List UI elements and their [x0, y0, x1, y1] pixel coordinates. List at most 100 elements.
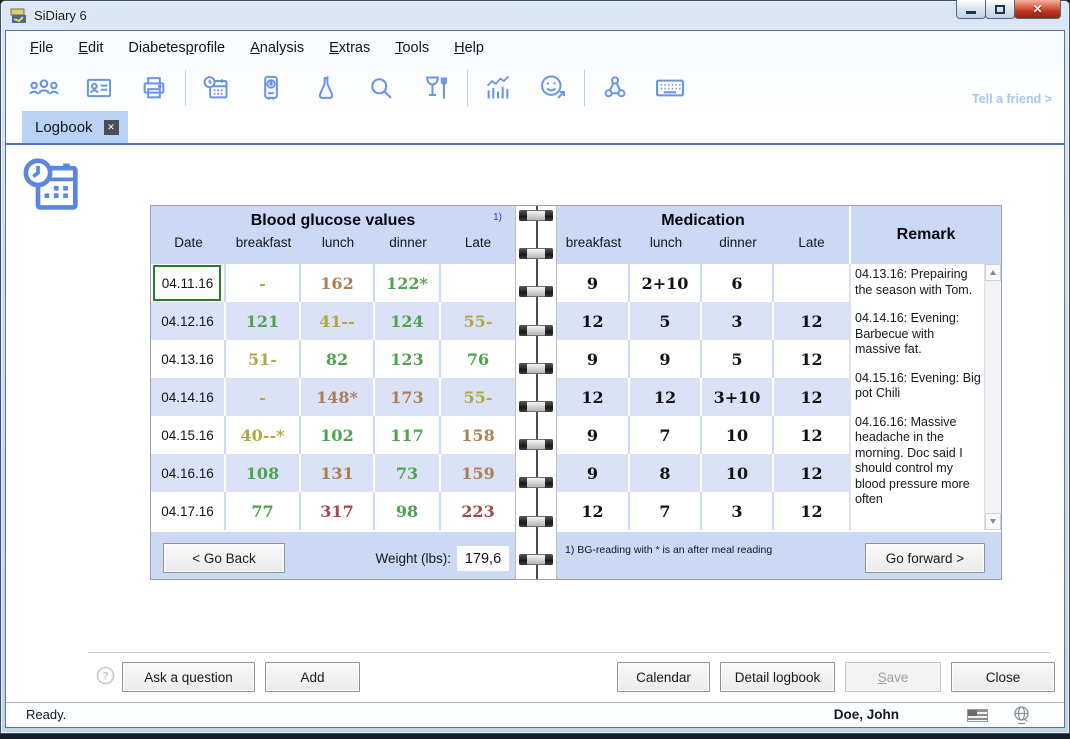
bg-value-cell[interactable]: - — [226, 264, 301, 302]
help-icon[interactable]: ? — [96, 666, 115, 685]
go-back-button[interactable]: < Go Back — [163, 543, 285, 573]
menu-item-help[interactable]: Help — [446, 34, 492, 62]
bg-value-cell[interactable]: 40--* — [226, 416, 301, 454]
medication-value-cell[interactable]: 12 — [774, 302, 849, 340]
bg-value-cell[interactable]: 173 — [375, 378, 441, 416]
medication-value-cell[interactable]: 9 — [557, 454, 630, 492]
bg-value-cell[interactable]: 76 — [441, 340, 515, 378]
globe-icon[interactable] — [1012, 705, 1031, 725]
glucose-meter-icon[interactable] — [255, 72, 287, 104]
bg-value-cell[interactable] — [441, 264, 515, 302]
bg-value-cell[interactable]: 223 — [441, 492, 515, 530]
medication-value-cell[interactable]: 9 — [557, 416, 630, 454]
bg-value-cell[interactable]: 82 — [301, 340, 375, 378]
language-flag-icon[interactable] — [967, 709, 988, 722]
medication-value-cell[interactable] — [774, 264, 849, 302]
menu-item-file[interactable]: File — [22, 34, 61, 62]
bg-value-cell[interactable]: 55- — [441, 302, 515, 340]
maximize-button[interactable] — [985, 0, 1015, 19]
medication-value-cell[interactable]: 7 — [630, 416, 702, 454]
bg-value-cell[interactable]: 121 — [226, 302, 301, 340]
keyboard-icon[interactable] — [654, 72, 686, 104]
bg-value-cell[interactable]: 77 — [226, 492, 301, 530]
bg-value-cell[interactable]: 51- — [226, 340, 301, 378]
bg-value-cell[interactable]: 98 — [375, 492, 441, 530]
calendar-clock-icon[interactable] — [200, 72, 232, 104]
scroll-down-icon[interactable] — [985, 513, 1001, 530]
medication-value-cell[interactable]: 5 — [702, 340, 774, 378]
minimize-button[interactable] — [956, 0, 986, 19]
menu-item-extras[interactable]: Extras — [321, 34, 378, 62]
medication-value-cell[interactable]: 8 — [630, 454, 702, 492]
menu-item-edit[interactable]: Edit — [70, 34, 111, 62]
medication-value-cell[interactable]: 12 — [630, 378, 702, 416]
share-icon[interactable] — [599, 72, 631, 104]
bg-value-cell[interactable]: 102 — [301, 416, 375, 454]
nutrition-icon[interactable] — [420, 72, 452, 104]
bg-value-cell[interactable]: - — [226, 378, 301, 416]
bg-value-cell[interactable]: 73 — [375, 454, 441, 492]
date-cell[interactable]: 04.11.16 — [151, 264, 226, 302]
date-cell[interactable]: 04.15.16 — [151, 416, 226, 454]
go-forward-button[interactable]: Go forward > — [865, 543, 985, 573]
bg-value-cell[interactable]: 117 — [375, 416, 441, 454]
ask-a-question-button[interactable]: Ask a question — [122, 662, 255, 692]
menu-item-diabetesprofile[interactable]: Diabetesprofile — [120, 34, 233, 62]
contact-card-icon[interactable] — [83, 72, 115, 104]
bg-value-cell[interactable]: 41-- — [301, 302, 375, 340]
tab-logbook[interactable]: Logbook ✕ — [22, 111, 128, 143]
medication-value-cell[interactable]: 3+10 — [702, 378, 774, 416]
statistics-icon[interactable] — [482, 72, 514, 104]
medication-value-cell[interactable]: 3 — [702, 302, 774, 340]
lab-flask-icon[interactable] — [310, 72, 342, 104]
bg-value-cell[interactable]: 148* — [301, 378, 375, 416]
medication-value-cell[interactable]: 12 — [774, 416, 849, 454]
medication-value-cell[interactable]: 12 — [774, 340, 849, 378]
medication-value-cell[interactable]: 12 — [774, 454, 849, 492]
menu-item-tools[interactable]: Tools — [387, 34, 437, 62]
bg-value-cell[interactable]: 317 — [301, 492, 375, 530]
medication-value-cell[interactable]: 3 — [702, 492, 774, 530]
medication-value-cell[interactable]: 6 — [702, 264, 774, 302]
bg-value-cell[interactable]: 124 — [375, 302, 441, 340]
date-cell[interactable]: 04.16.16 — [151, 454, 226, 492]
medication-value-cell[interactable]: 12 — [557, 492, 630, 530]
medication-value-cell[interactable]: 10 — [702, 416, 774, 454]
scroll-up-icon[interactable] — [985, 264, 1001, 281]
medication-value-cell[interactable]: 7 — [630, 492, 702, 530]
detail-logbook-button[interactable]: Detail logbook — [720, 662, 835, 692]
remark-text-area[interactable]: 04.13.16: Prepairing the season with Tom… — [849, 264, 1001, 530]
bg-value-cell[interactable]: 123 — [375, 340, 441, 378]
users-icon[interactable] — [28, 72, 60, 104]
calendar-button[interactable]: Calendar — [617, 662, 710, 692]
bg-value-cell[interactable]: 131 — [301, 454, 375, 492]
close-window-button[interactable]: ✕ — [1014, 0, 1061, 19]
medication-value-cell[interactable]: 12 — [557, 302, 630, 340]
date-cell[interactable]: 04.17.16 — [151, 492, 226, 530]
bg-value-cell[interactable]: 158 — [441, 416, 515, 454]
tab-close-icon[interactable]: ✕ — [104, 120, 119, 135]
save-button[interactable]: Save — [845, 662, 941, 692]
weight-input[interactable] — [457, 546, 509, 571]
printer-icon[interactable] — [138, 72, 170, 104]
menu-item-analysis[interactable]: Analysis — [242, 34, 312, 62]
tell-a-friend-link[interactable]: Tell a friend > — [972, 92, 1052, 106]
remark-scrollbar[interactable] — [984, 264, 1001, 530]
medication-value-cell[interactable]: 12 — [774, 378, 849, 416]
trend-smiley-icon[interactable] — [537, 72, 569, 104]
date-cell[interactable]: 04.13.16 — [151, 340, 226, 378]
medication-value-cell[interactable]: 10 — [702, 454, 774, 492]
medication-value-cell[interactable]: 9 — [557, 340, 630, 378]
date-cell[interactable]: 04.12.16 — [151, 302, 226, 340]
add-button[interactable]: Add — [265, 662, 360, 692]
medication-value-cell[interactable]: 9 — [630, 340, 702, 378]
bg-value-cell[interactable]: 159 — [441, 454, 515, 492]
bg-value-cell[interactable]: 55- — [441, 378, 515, 416]
medication-value-cell[interactable]: 12 — [774, 492, 849, 530]
medication-value-cell[interactable]: 5 — [630, 302, 702, 340]
bg-value-cell[interactable]: 122* — [375, 264, 441, 302]
bg-value-cell[interactable]: 162 — [301, 264, 375, 302]
medication-value-cell[interactable]: 9 — [557, 264, 630, 302]
medication-value-cell[interactable]: 12 — [557, 378, 630, 416]
date-cell[interactable]: 04.14.16 — [151, 378, 226, 416]
